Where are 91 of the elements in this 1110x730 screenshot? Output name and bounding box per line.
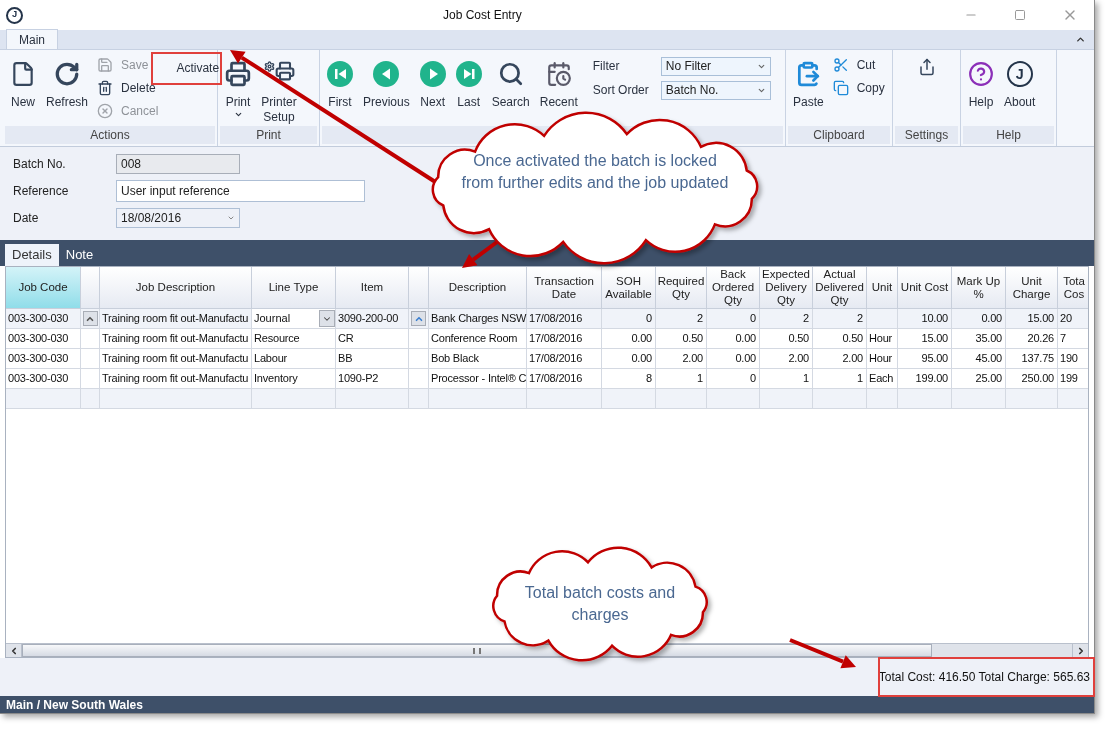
- column-header[interactable]: Unit Charge: [1006, 267, 1058, 309]
- column-header[interactable]: SOH Available: [602, 267, 656, 309]
- field-label: Sort Order: [592, 82, 650, 99]
- ribbon-button[interactable]: Previous: [358, 50, 415, 110]
- field-label: Date: [13, 210, 40, 227]
- callout-text: Total batch costs and charges: [523, 583, 677, 625]
- text-field[interactable]: User input reference: [116, 180, 365, 202]
- column-header[interactable]: Required Qty: [656, 267, 707, 309]
- save-icon: [97, 57, 114, 73]
- cancel-icon: [97, 103, 114, 119]
- empty-cell[interactable]: [81, 389, 100, 409]
- column-header[interactable]: Unit: [867, 267, 898, 309]
- paste-icon: [795, 61, 822, 87]
- share-icon: [917, 58, 936, 76]
- column-header[interactable]: Line Type: [252, 267, 336, 309]
- back-icon: [373, 61, 400, 87]
- column-header[interactable]: Mark Up %: [952, 267, 1006, 309]
- callout-text: Once activated the batch is locked from further edits and the job updated: [460, 151, 730, 193]
- ribbon-button[interactable]: Help: [963, 50, 999, 110]
- dropdown-field[interactable]: Batch No.: [660, 80, 771, 100]
- maximize-icon[interactable]: [1014, 9, 1026, 21]
- grid-row[interactable]: 003-300-030 Training room fit out-Manufactu Inventory 1090-P2 Processor - Intel® C 17/08/2016 8 1 0 1 1 Each 199.00 25.00 250.00 199: [6, 369, 1088, 389]
- column-header[interactable]: [409, 267, 429, 309]
- app-logo: J: [6, 6, 23, 24]
- field-label: Filter: [592, 58, 621, 75]
- ribbon-button[interactable]: Paste: [788, 50, 829, 110]
- dropdown-button[interactable]: [319, 310, 335, 327]
- group-label: Clipboard: [813, 127, 865, 144]
- ribbon-button[interactable]: Next: [414, 50, 451, 110]
- batch-field: 008: [116, 154, 240, 174]
- pointer-arrow: [462, 240, 499, 268]
- ribbon-button[interactable]: Cut: [832, 55, 885, 75]
- column-header[interactable]: Item: [336, 267, 409, 309]
- cut-icon: [832, 57, 849, 73]
- cell-text: Journal: [254, 311, 291, 327]
- logo-icon: J: [1006, 61, 1033, 87]
- page-icon: [10, 61, 36, 87]
- column-header[interactable]: Unit Cost: [898, 267, 952, 309]
- help-icon: [968, 61, 994, 87]
- caret-icon: [227, 214, 235, 222]
- ribbon-button[interactable]: Print: [220, 50, 256, 119]
- detail-tab[interactable]: Note: [58, 244, 101, 266]
- ribbon-button[interactable]: New: [5, 50, 41, 110]
- grid-row[interactable]: 003-300-030 Training room fit out-Manufactu Labour BB Bob Black 17/08/2016 0.00 2.00 0.00 2.00 2.00 Hour 95.00 45.00 137.75 190: [6, 349, 1088, 369]
- collapse-icon[interactable]: [1075, 34, 1086, 45]
- group-label: Help: [996, 127, 1021, 144]
- column-header[interactable]: Job Code: [6, 267, 81, 309]
- group-label: Settings: [904, 127, 949, 144]
- ribbon-button[interactable]: Copy: [832, 78, 885, 98]
- status-text: Main / New South Wales: [6, 696, 143, 714]
- grid-row[interactable]: 003-300-030 Training room fit out-Manufactu Resource CR Conference Room 17/08/2016 0.00 0.50 0.00 0.50 0.50 Hour 15.00 35.00 20.26 7: [6, 329, 1088, 349]
- field-label: Reference: [13, 183, 70, 200]
- column-header[interactable]: Description: [429, 267, 527, 309]
- pointer-arrow: [789, 638, 856, 669]
- ribbon-button[interactable]: Search: [486, 50, 535, 110]
- ribbon-button[interactable]: Recent: [534, 50, 583, 110]
- grid-row[interactable]: 003-300-030 Training room fit out-Manufactu Journal 3090-200-00 Bank Charges NSW 17/08/2016 0 2 0 2 2 10.00 0.00 15.00 20: [6, 309, 1088, 329]
- skip-back-icon: [327, 61, 353, 87]
- highlight-frame: [151, 52, 222, 85]
- dropdown-value: Batch No.: [665, 82, 719, 99]
- dropdown-value: No Filter: [665, 58, 712, 75]
- detail-tab[interactable]: Details: [5, 244, 59, 266]
- window-title: Job Cost Entry: [443, 7, 522, 24]
- trash-icon: [97, 80, 114, 96]
- date-field[interactable]: 18/08/2016: [116, 208, 240, 228]
- date-value: 18/08/2016: [121, 210, 182, 227]
- play-icon: [419, 61, 446, 87]
- ribbon-button[interactable]: First: [322, 50, 358, 110]
- ribbon-button[interactable]: Refresh: [41, 50, 94, 110]
- group-label: Actions: [90, 127, 130, 144]
- column-header[interactable]: Expected Delivery Qty: [760, 267, 813, 309]
- ribbon-button[interactable]: J About: [999, 50, 1041, 110]
- column-header[interactable]: Transaction Date: [527, 267, 602, 309]
- activate-button[interactable]: Activate: [176, 58, 220, 78]
- column-header[interactable]: Job Description: [100, 267, 252, 309]
- group-label: Print: [256, 127, 281, 144]
- column-header[interactable]: Actual Delivered Qty: [813, 267, 867, 309]
- refresh-icon: [54, 61, 80, 87]
- field-label: Batch No.: [13, 156, 67, 173]
- column-header[interactable]: Back Ordered Qty: [707, 267, 760, 309]
- ribbon-button[interactable]: Last: [450, 50, 487, 110]
- skip-forward-icon: [455, 61, 482, 87]
- calendar-clock-icon: [545, 61, 572, 87]
- copy-icon: [832, 80, 849, 96]
- search-icon: [497, 61, 524, 87]
- totals-text: Total Cost: 416.50 Total Charge: 565.63: [878, 669, 1090, 686]
- printer-icon: [225, 61, 251, 87]
- ribbon-tab[interactable]: Main: [6, 29, 58, 49]
- ribbon-button[interactable]: Printer Setup: [256, 50, 302, 125]
- ribbon-button[interactable]: Delete: [97, 78, 159, 98]
- dropdown-field[interactable]: No Filter: [660, 56, 771, 76]
